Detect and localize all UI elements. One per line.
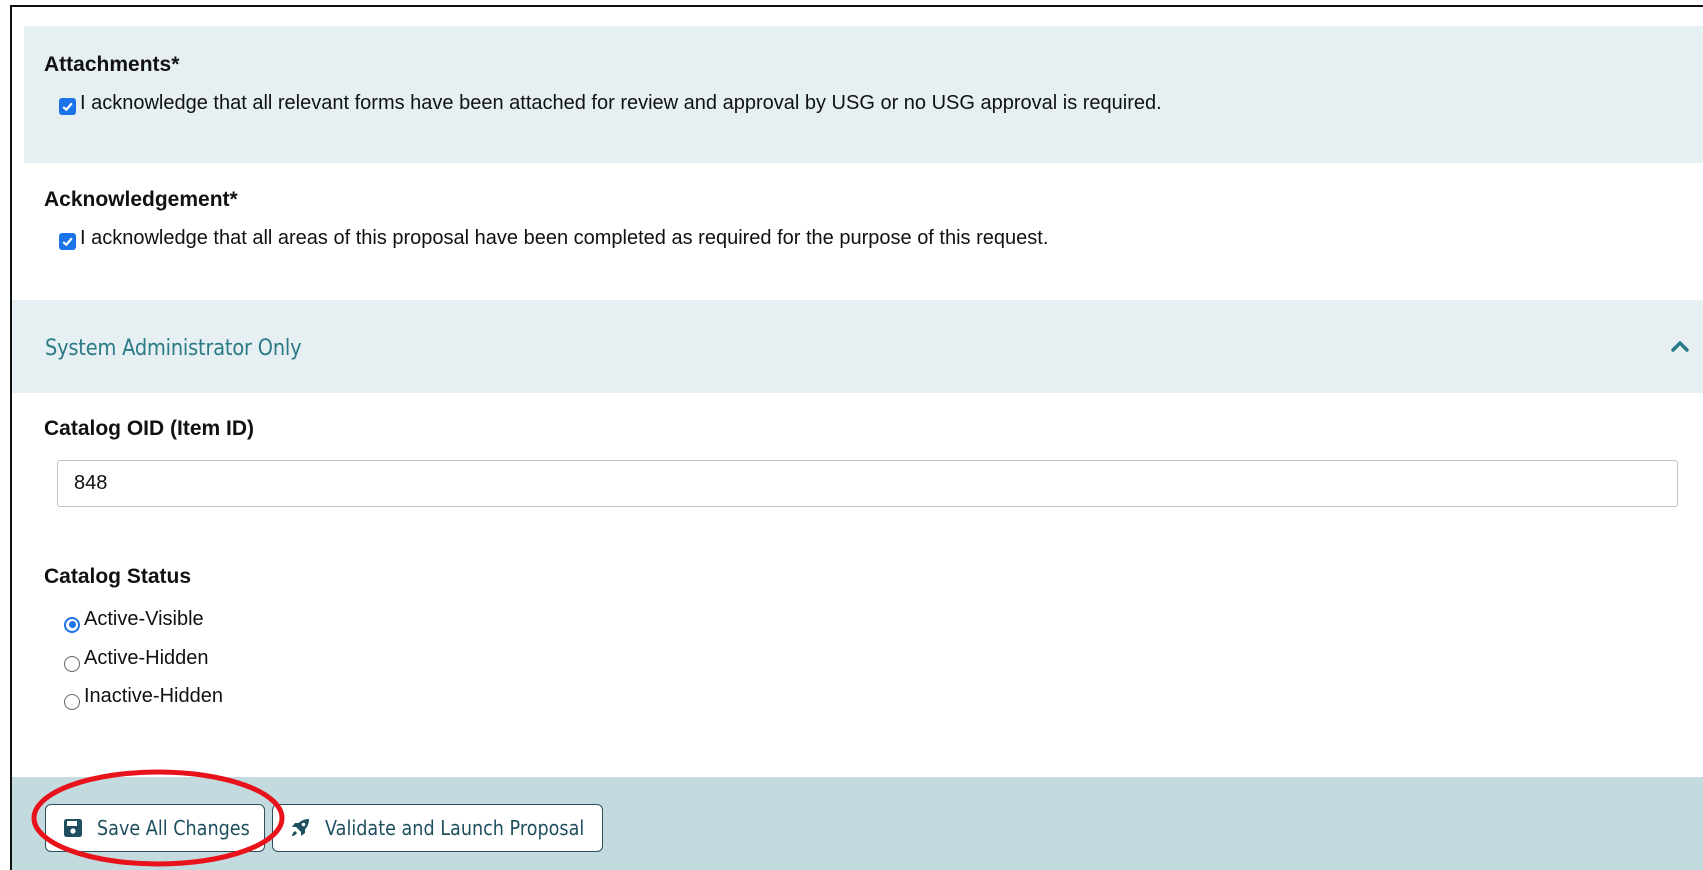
attachments-checkbox[interactable]: [59, 98, 76, 115]
radio-inactive-hidden[interactable]: [64, 693, 80, 710]
admin-section-title: System Administrator Only: [45, 336, 302, 361]
radio-option-active-visible[interactable]: Active-Visible: [64, 608, 204, 633]
catalog-oid-input[interactable]: [57, 460, 1678, 507]
rocket-icon: [292, 819, 309, 836]
acknowledgement-heading: Acknowledgement*: [44, 188, 238, 211]
admin-section-header[interactable]: System Administrator Only: [12, 300, 1703, 393]
checkmark-icon: [62, 237, 73, 247]
chevron-up-icon[interactable]: [1669, 338, 1691, 354]
save-button-label: Save All Changes: [97, 816, 250, 840]
radio-option-inactive-hidden[interactable]: Inactive-Hidden: [64, 685, 223, 710]
footer-action-bar: Save All Changes Validate and Launch Pro…: [12, 777, 1703, 870]
catalog-oid-label: Catalog OID (Item ID): [44, 417, 255, 440]
attachments-checkbox-label: I acknowledge that all relevant forms ha…: [80, 92, 1162, 114]
acknowledgement-checkbox[interactable]: [59, 233, 76, 250]
save-button[interactable]: Save All Changes: [45, 804, 265, 852]
acknowledgement-checkbox-row[interactable]: I acknowledge that all areas of this pro…: [59, 227, 1048, 250]
attachments-section: Attachments* I acknowledge that all rele…: [24, 26, 1703, 163]
radio-label: Active-Visible: [84, 608, 204, 630]
radio-active-hidden[interactable]: [64, 655, 80, 672]
checkmark-icon: [62, 102, 73, 112]
radio-option-active-hidden[interactable]: Active-Hidden: [64, 647, 209, 672]
validate-launch-button[interactable]: Validate and Launch Proposal: [272, 804, 603, 852]
radio-active-visible[interactable]: [64, 616, 80, 633]
catalog-status-label: Catalog Status: [44, 565, 192, 588]
validate-launch-button-label: Validate and Launch Proposal: [325, 816, 585, 840]
attachments-heading: Attachments*: [44, 53, 180, 76]
form-panel: Attachments* I acknowledge that all rele…: [10, 5, 1703, 870]
top-spacer: [12, 7, 1703, 25]
radio-label: Active-Hidden: [84, 647, 209, 669]
radio-label: Inactive-Hidden: [84, 685, 223, 707]
acknowledgement-checkbox-label: I acknowledge that all areas of this pro…: [80, 227, 1049, 249]
floppy-disk-icon: [64, 819, 82, 837]
attachments-checkbox-row[interactable]: I acknowledge that all relevant forms ha…: [59, 92, 1162, 115]
